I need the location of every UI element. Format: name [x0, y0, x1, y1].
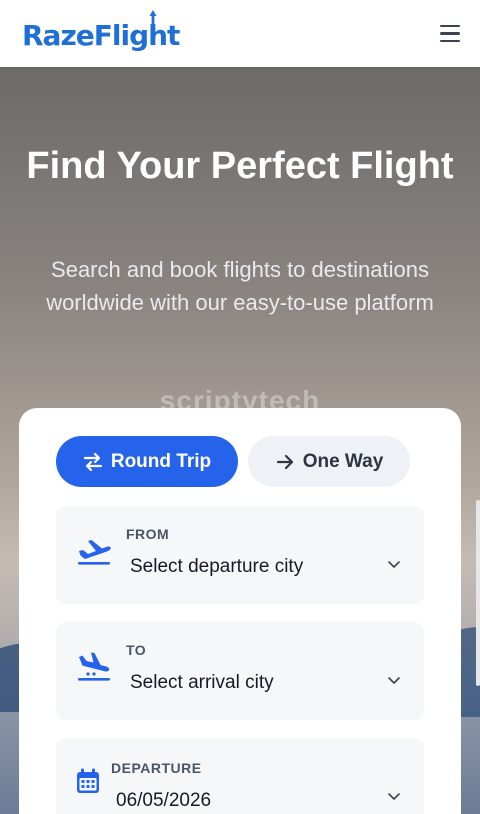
one-way-button[interactable]: One Way — [248, 436, 410, 487]
chevron-down-icon — [388, 677, 400, 684]
hero-subtitle: Search and book flights to destinations … — [46, 257, 434, 315]
logo-plane-icon — [149, 10, 157, 25]
to-field[interactable]: TO Select arrival city — [56, 622, 424, 720]
app-header: RazeFlight — [0, 0, 480, 67]
round-trip-label: Round Trip — [110, 450, 212, 472]
chevron-down-icon — [388, 561, 400, 568]
plane-takeoff-icon — [78, 540, 111, 565]
brand-logo[interactable]: RazeFlight — [22, 10, 180, 52]
arrow-right-icon — [276, 454, 293, 469]
from-value: Select departure city — [130, 556, 304, 577]
to-label: TO — [126, 642, 147, 658]
scroll-indicator[interactable] — [476, 500, 480, 686]
departure-field[interactable]: DEPARTURE 06/05/2026 — [56, 738, 424, 814]
chevron-down-icon — [388, 793, 400, 800]
round-trip-button[interactable]: Round Trip — [56, 436, 238, 487]
from-label: FROM — [126, 526, 170, 542]
to-value: Select arrival city — [130, 672, 274, 693]
trip-type-toggle: Round Trip One Way — [56, 436, 410, 487]
swap-arrows-icon — [83, 452, 102, 471]
one-way-label: One Way — [302, 450, 384, 472]
from-field[interactable]: FROM Select departure city — [56, 506, 424, 604]
departure-label: DEPARTURE — [111, 760, 202, 776]
plane-landing-icon — [78, 652, 110, 681]
calendar-icon — [77, 768, 99, 793]
departure-value: 06/05/2026 — [116, 790, 212, 811]
hero-title: Find Your Perfect Flight — [26, 145, 454, 187]
flight-search-card: Round Trip One Way FROM Select departure… — [19, 408, 461, 814]
hamburger-icon[interactable] — [438, 22, 462, 46]
